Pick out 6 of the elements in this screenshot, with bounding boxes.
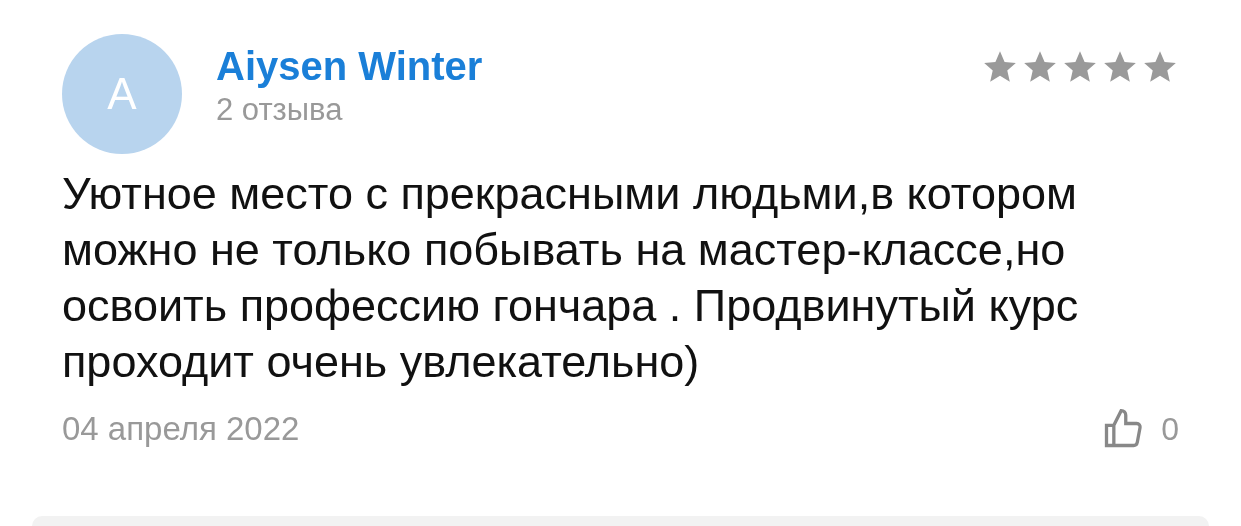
avatar: A [62,34,182,154]
review-text: Уютное место с прекрасными людьми,в котором можно не только побывать на мастер-классе,но освоить профессию гончара . Продвинутый курс проходит очень увлекательно) [62,167,1080,389]
author-name[interactable]: Aiysen Winter [216,42,483,90]
review-date: 04 апреля 2022 [62,409,300,449]
like-button[interactable]: 0 [1099,404,1179,453]
review-count: 2 отзыва [216,91,344,129]
